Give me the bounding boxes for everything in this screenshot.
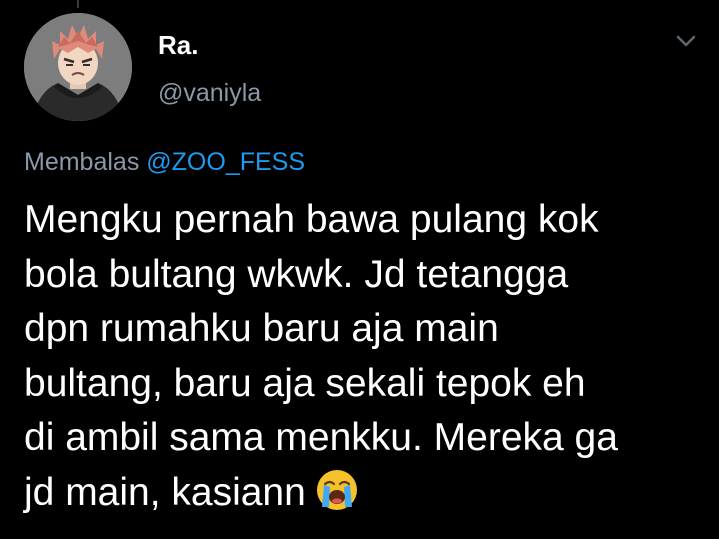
tweet-menu-button[interactable] bbox=[670, 28, 702, 54]
thread-connector-line bbox=[77, 0, 79, 8]
reply-mention-link[interactable]: @ZOO_FESS bbox=[146, 148, 305, 176]
tweet-text-line-last: jd main, kasiann bbox=[24, 466, 714, 521]
chevron-down-icon bbox=[676, 35, 696, 47]
author-handle[interactable]: @vaniyla bbox=[158, 78, 261, 108]
anime-avatar-icon bbox=[24, 13, 132, 121]
tweet-text-line: dpn rumahku baru aja main bbox=[24, 307, 499, 350]
tweet-text: Mengku pernah bawa pulang kok bola bulta… bbox=[24, 193, 714, 520]
tweet-text-line: bola bultang wkwk. Jd tetangga bbox=[24, 252, 569, 296]
avatar[interactable] bbox=[24, 13, 132, 121]
tweet-text-line: bultang, baru aja sekali tepok eh bbox=[24, 361, 586, 405]
reply-context: Membalas @ZOO_FESS bbox=[24, 147, 305, 177]
tweet-text-line-content: jd main, kasiann bbox=[24, 470, 306, 514]
loudly-crying-face-icon bbox=[314, 467, 360, 513]
reply-prefix-label: Membalas bbox=[24, 148, 140, 176]
tweet-text-line: Mengku pernah bawa pulang kok bbox=[24, 198, 599, 241]
author-display-name[interactable]: Ra. bbox=[158, 30, 198, 60]
tweet-text-line: di ambil sama menkku. Mereka ga bbox=[24, 416, 618, 459]
